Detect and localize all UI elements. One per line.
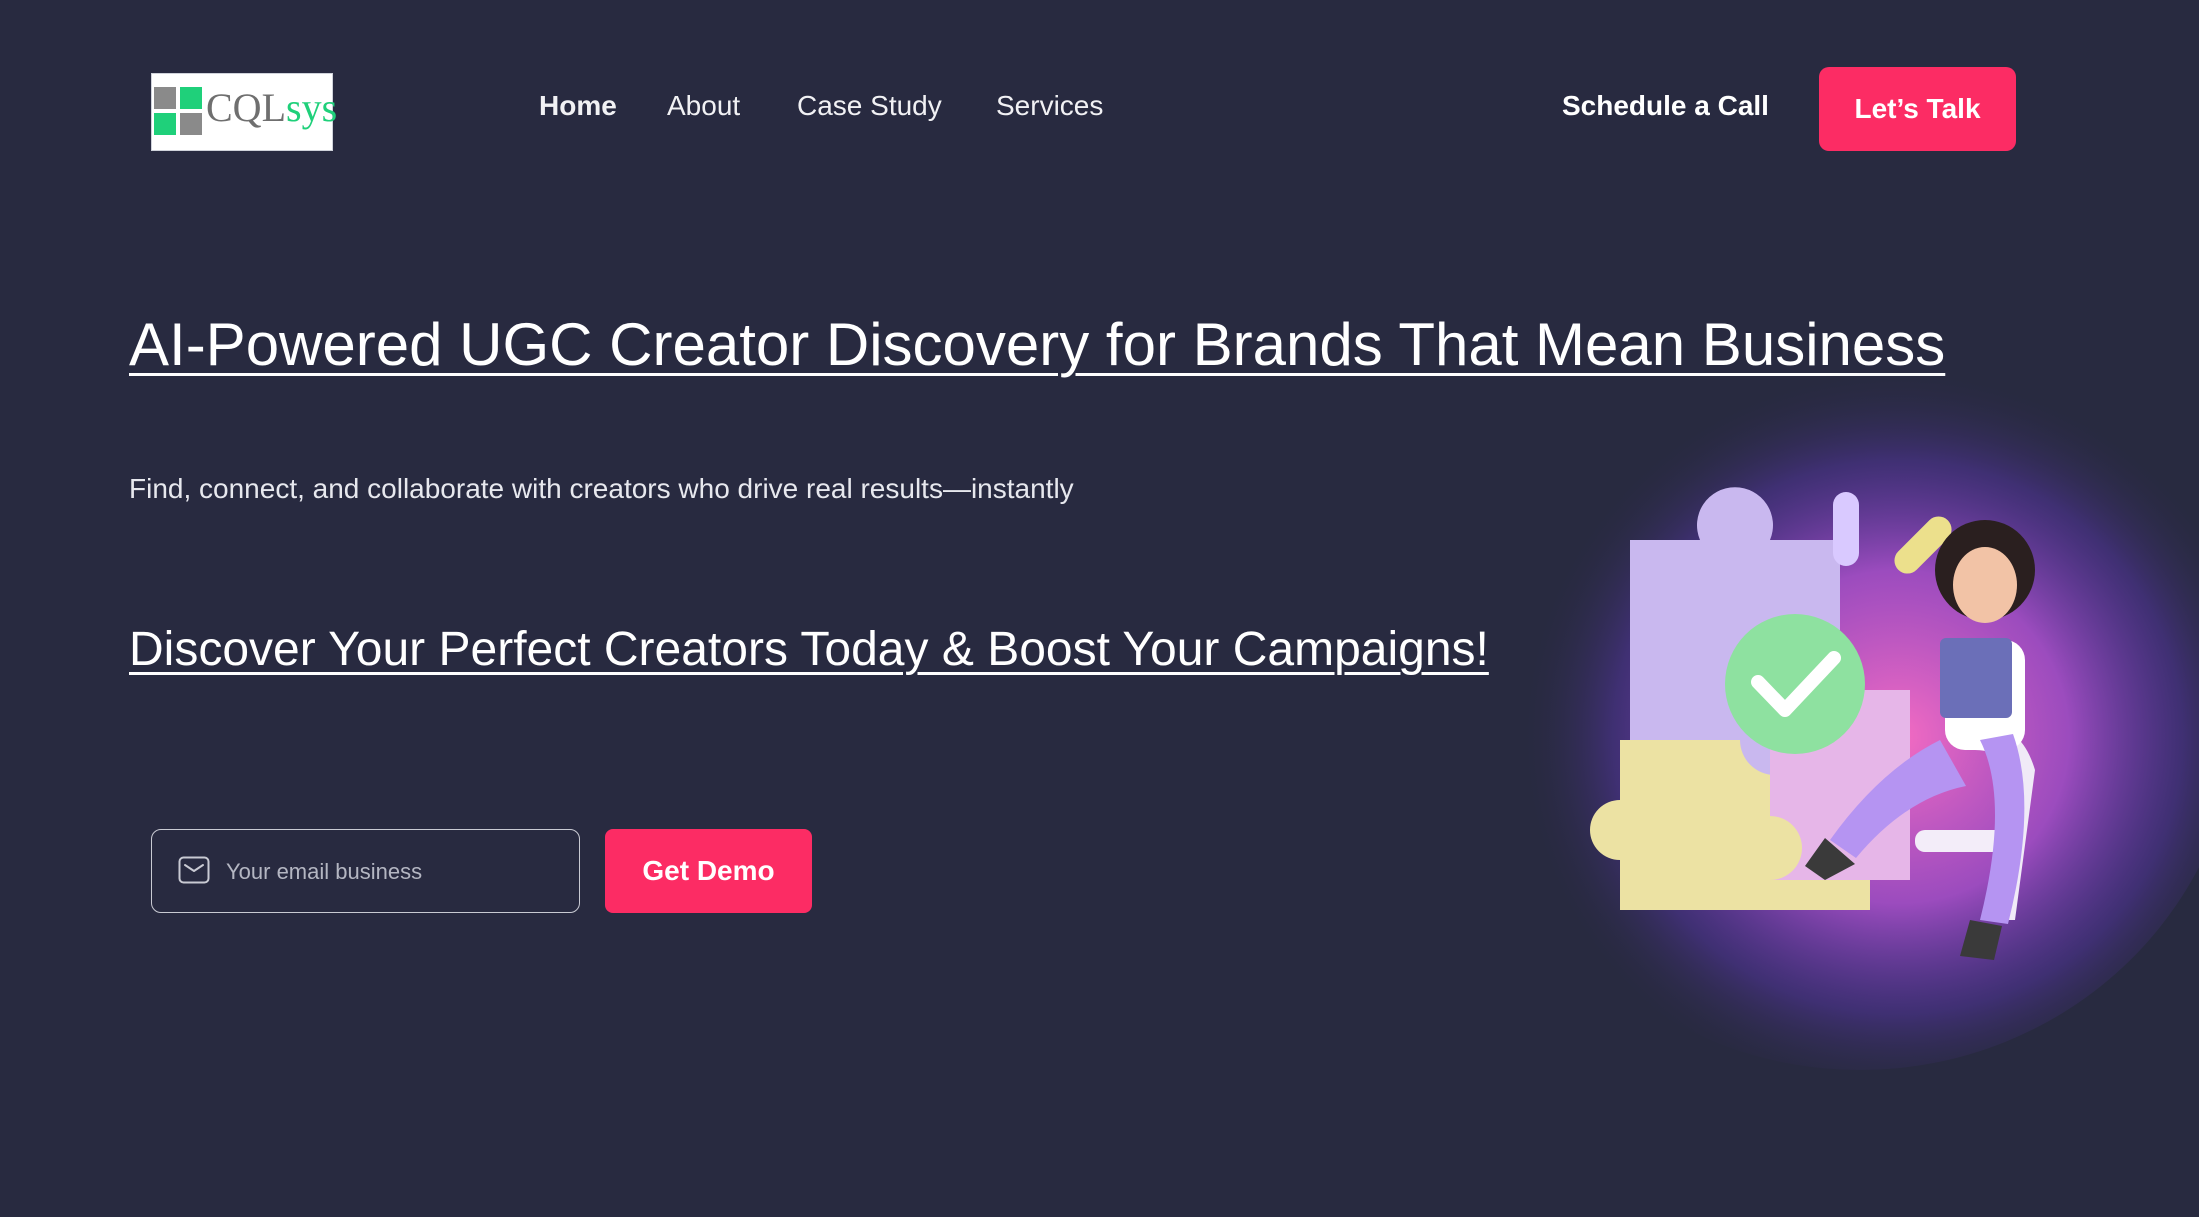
email-field-container[interactable] xyxy=(151,829,580,913)
discover-creators-link[interactable]: Discover Your Perfect Creators Today & B… xyxy=(129,622,1489,677)
hero-illustration xyxy=(1480,330,2199,1070)
schedule-call-link[interactable]: Schedule a Call xyxy=(1562,90,1769,122)
envelope-icon xyxy=(178,856,210,884)
logo-mark xyxy=(154,87,202,135)
nav-case-study[interactable]: Case Study xyxy=(797,90,942,122)
email-input[interactable] xyxy=(224,850,558,894)
nav-services[interactable]: Services xyxy=(996,90,1103,122)
landing-page: CQLsys Home About Case Study Services Sc… xyxy=(0,0,2199,1217)
cqlsys-logo[interactable]: CQLsys xyxy=(151,73,337,151)
logo-text: CQLsys xyxy=(206,85,338,130)
nav-home[interactable]: Home xyxy=(539,90,617,122)
nav-about[interactable]: About xyxy=(667,90,740,122)
get-demo-button[interactable]: Get Demo xyxy=(605,829,812,913)
lets-talk-button[interactable]: Let’s Talk xyxy=(1819,67,2016,151)
hero-subtitle: Find, connect, and collaborate with crea… xyxy=(129,473,1074,504)
